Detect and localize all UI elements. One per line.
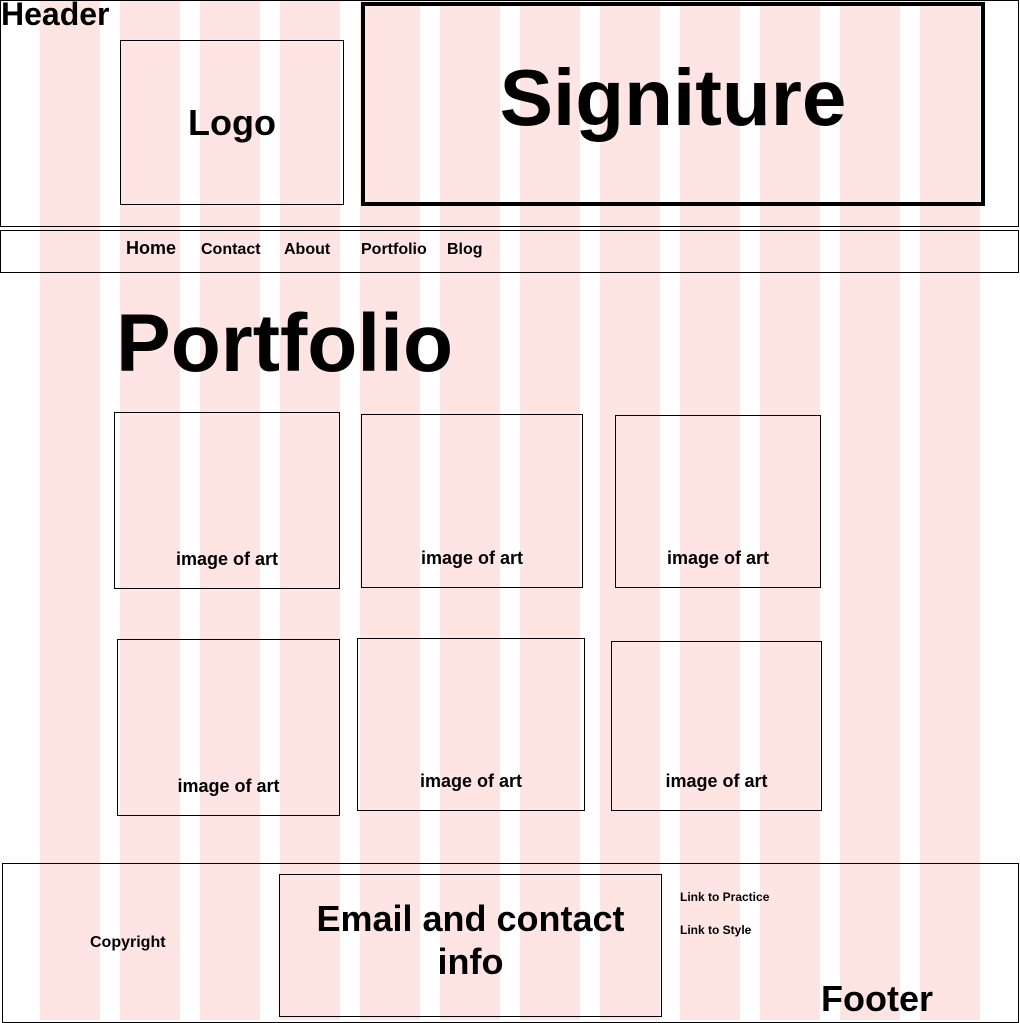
art-thumbnail[interactable]: image of art [357, 638, 585, 811]
art-label: image of art [666, 548, 770, 568]
nav-about-link[interactable]: About [284, 239, 330, 261]
art-thumbnail[interactable]: image of art [117, 639, 340, 816]
art-thumbnail[interactable]: image of art [361, 414, 583, 588]
header-label: Header [1, 0, 110, 32]
art-label: image of art [175, 549, 279, 569]
art-label: image of art [420, 548, 524, 568]
nav-contact-link[interactable]: Contact [201, 239, 261, 261]
art-thumbnail[interactable]: image of art [114, 412, 340, 589]
nav-blog-link[interactable]: Blog [447, 239, 483, 261]
logo-label: Logo [188, 101, 276, 143]
link-to-style[interactable]: Link to Style [680, 923, 751, 937]
logo-box[interactable]: Logo [120, 40, 344, 205]
link-to-practice[interactable]: Link to Practice [680, 890, 769, 904]
art-thumbnail[interactable]: image of art [611, 641, 822, 811]
art-label: image of art [419, 771, 523, 791]
signature-label: Signiture [499, 53, 847, 142]
art-thumbnail[interactable]: image of art [615, 415, 821, 588]
art-label: image of art [665, 771, 768, 791]
email-contact-label: Email and contact info [316, 898, 625, 982]
copyright-text: Copyright [90, 934, 166, 951]
nav-home-link[interactable]: Home [126, 237, 176, 259]
nav-portfolio-link[interactable]: Portfolio [361, 239, 427, 261]
email-contact-box[interactable]: Email and contact info [279, 874, 662, 1017]
signature-box: Signiture [361, 2, 985, 206]
footer-label: Footer [821, 978, 933, 1019]
art-label: image of art [177, 776, 280, 796]
page-title: Portfolio [116, 298, 454, 389]
